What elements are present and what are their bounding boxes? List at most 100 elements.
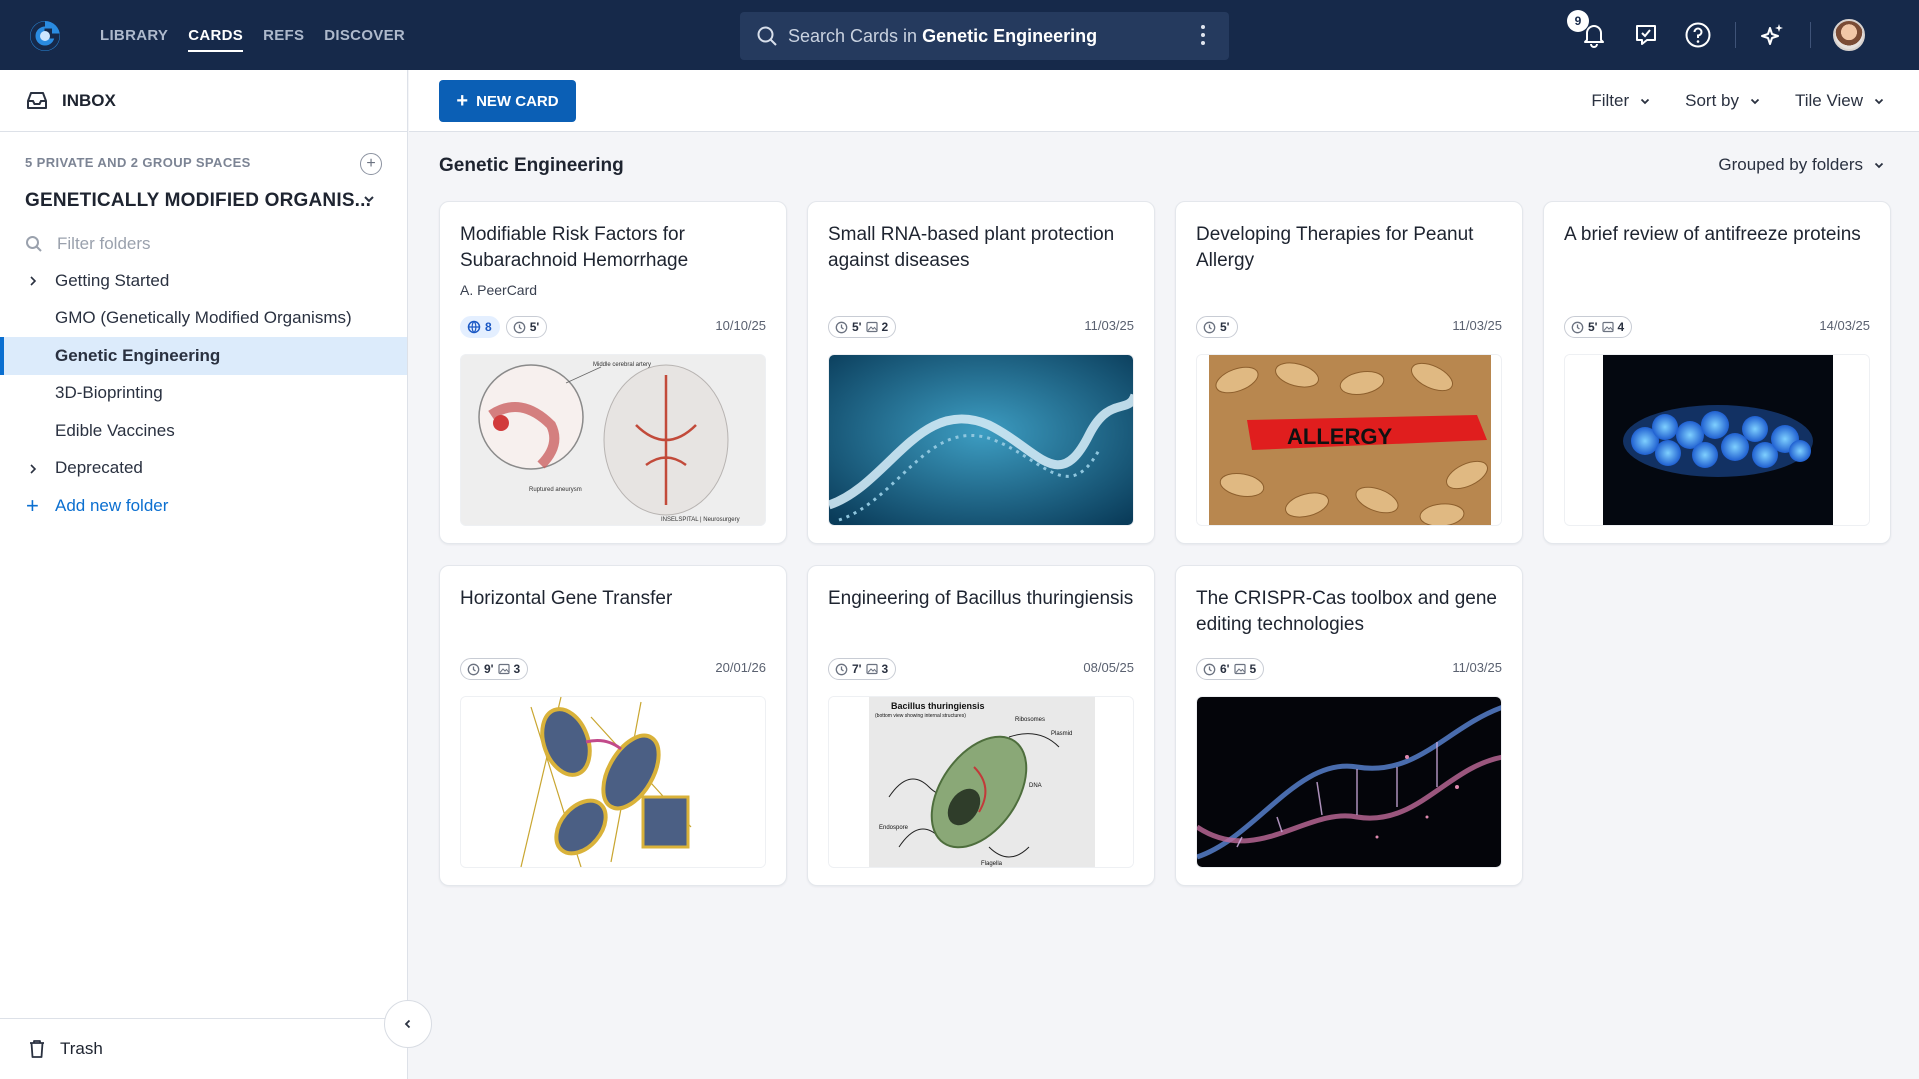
card-date: 14/03/25	[1819, 318, 1870, 333]
clock-icon	[467, 663, 480, 675]
folder-gmo[interactable]: GMO (Genetically Modified Organisms)	[0, 300, 407, 338]
filter-label: Filter	[1591, 91, 1630, 110]
inbox-link[interactable]: INBOX	[0, 70, 407, 132]
notifications-button[interactable]: 9	[1567, 10, 1609, 50]
search-placeholder[interactable]: Search Cards in Genetic Engineering	[788, 26, 1097, 47]
image-label: Plasmid	[1051, 731, 1072, 737]
folder-genetic-engineering[interactable]: Genetic Engineering	[0, 337, 407, 375]
view-label: Tile View	[1794, 91, 1863, 110]
add-space-button[interactable]: +	[360, 153, 382, 175]
help-button[interactable]	[1683, 20, 1713, 50]
folder-filter[interactable]: Filter folders	[25, 228, 151, 260]
ai-assistant-button[interactable]	[1758, 20, 1788, 50]
reading-time: 5'	[852, 320, 862, 334]
app-logo-icon[interactable]	[28, 19, 62, 53]
shared-count-badge[interactable]: 8	[460, 316, 500, 338]
plus-icon: +	[26, 493, 39, 518]
card-date: 08/05/25	[1083, 660, 1134, 675]
folder-label: Getting Started	[55, 270, 170, 290]
content-toolbar: + NEW CARD Filter Sort by Tile View	[409, 70, 1919, 132]
grouping-dropdown[interactable]: Grouped by folders	[1718, 155, 1885, 175]
clock-icon	[835, 663, 848, 675]
filter-dropdown[interactable]: Filter	[1591, 91, 1651, 111]
reading-time-badge: 5' 4	[1564, 316, 1633, 338]
chevron-right-icon[interactable]	[28, 463, 38, 475]
image-label: DNA	[1029, 783, 1042, 789]
chevron-down-icon	[1874, 162, 1884, 169]
card-title: A brief review of antifreeze proteins	[1564, 224, 1861, 245]
card[interactable]: Developing Therapies for Peanut Allergy …	[1175, 201, 1523, 544]
card-image: Bacillus thuringiensis (bottom view show…	[828, 696, 1134, 868]
card-image	[460, 696, 766, 868]
image-count: 3	[881, 662, 889, 676]
toolbar-divider	[1735, 22, 1736, 48]
card-image	[828, 354, 1134, 526]
reading-time: 5'	[1220, 320, 1230, 334]
view-dropdown[interactable]: Tile View	[1795, 91, 1885, 111]
image-label: ALLERGY	[1287, 424, 1392, 449]
nav-cards[interactable]: CARDS	[188, 0, 243, 70]
folder-getting-started[interactable]: Getting Started	[0, 262, 407, 300]
shared-globe-icon	[467, 320, 481, 334]
reading-time: 9'	[484, 662, 494, 676]
image-label: Ruptured aneurysm	[529, 487, 582, 493]
image-label: Endospore	[879, 825, 909, 831]
trash-link[interactable]: Trash	[0, 1018, 407, 1079]
sidebar: INBOX 5 PRIVATE AND 2 GROUP SPACES + GEN…	[0, 70, 408, 1079]
nav-discover[interactable]: DISCOVER	[324, 0, 405, 70]
image-label: Middle cerebral artery	[593, 362, 651, 368]
search-bar[interactable]: Search Cards in Genetic Engineering	[740, 12, 1229, 60]
new-card-button[interactable]: + NEW CARD	[439, 80, 576, 122]
chevron-down-icon[interactable]	[362, 192, 376, 206]
card-meta: 9' 3	[460, 658, 529, 680]
page-title: Genetic Engineering	[439, 155, 624, 176]
card-title: Horizontal Gene Transfer	[460, 588, 673, 609]
card[interactable]: Small RNA-based plant protection against…	[807, 201, 1155, 544]
reading-time-badge: 6' 5	[1196, 658, 1265, 680]
card[interactable]: A brief review of antifreeze proteins 5'…	[1543, 201, 1891, 544]
reading-time: 5'	[1588, 320, 1598, 334]
folder-deprecated[interactable]: Deprecated	[0, 450, 407, 488]
card-meta: 5' 4	[1564, 316, 1633, 338]
search-icon	[757, 26, 777, 46]
clock-icon	[1203, 321, 1216, 333]
image-count: 2	[881, 320, 889, 334]
card[interactable]: Horizontal Gene Transfer 9' 3 20/01/26	[439, 565, 787, 886]
chevron-down-icon	[1750, 98, 1760, 105]
collapse-sidebar-button[interactable]	[384, 1000, 432, 1048]
feedback-button[interactable]	[1631, 20, 1661, 50]
folder-label: Deprecated	[55, 458, 143, 478]
search-options-icon[interactable]	[1201, 25, 1205, 45]
image-label: Ribosomes	[1015, 717, 1045, 723]
reading-time-badge: 5'	[505, 316, 548, 338]
card-title: Engineering of Bacillus thuringiensis	[828, 588, 1134, 609]
image-icon	[865, 663, 878, 675]
chevron-down-icon	[1640, 98, 1650, 105]
top-bar: LIBRARY CARDS REFS DISCOVER Search Cards…	[0, 0, 1919, 70]
add-folder-button[interactable]: + Add new folder	[0, 487, 407, 525]
search-scope: Genetic Engineering	[922, 25, 1098, 46]
chevron-right-icon[interactable]	[28, 275, 38, 287]
folder-3d-bioprinting[interactable]: 3D-Bioprinting	[0, 375, 407, 413]
user-avatar[interactable]	[1833, 19, 1865, 51]
image-label: INSELSPITAL | Neurosurgery	[661, 517, 740, 523]
sort-dropdown[interactable]: Sort by	[1685, 91, 1761, 111]
nav-library[interactable]: LIBRARY	[100, 0, 168, 70]
plus-icon: +	[366, 155, 376, 172]
card-image	[1196, 696, 1502, 868]
image-label: (bottom view showing internal structures…	[875, 713, 966, 719]
card-date: 20/01/26	[715, 660, 766, 675]
card-image	[1564, 354, 1870, 526]
current-space-name[interactable]: GENETICALLY MODIFIED ORGANIS...	[25, 190, 371, 212]
nav-refs[interactable]: REFS	[263, 0, 304, 70]
card[interactable]: Engineering of Bacillus thuringiensis 7'…	[807, 565, 1155, 886]
card-date: 11/03/25	[1452, 318, 1502, 333]
image-count: 5	[1249, 662, 1257, 676]
card[interactable]: The CRISPR-Cas toolbox and gene editing …	[1175, 565, 1523, 886]
add-folder-label: Add new folder	[55, 495, 169, 515]
clock-icon	[1571, 321, 1584, 333]
inbox-label: INBOX	[62, 90, 116, 110]
card[interactable]: Modifiable Risk Factors for Subarachnoid…	[439, 201, 787, 544]
folder-edible-vaccines[interactable]: Edible Vaccines	[0, 412, 407, 450]
reading-time: 5'	[529, 320, 540, 334]
